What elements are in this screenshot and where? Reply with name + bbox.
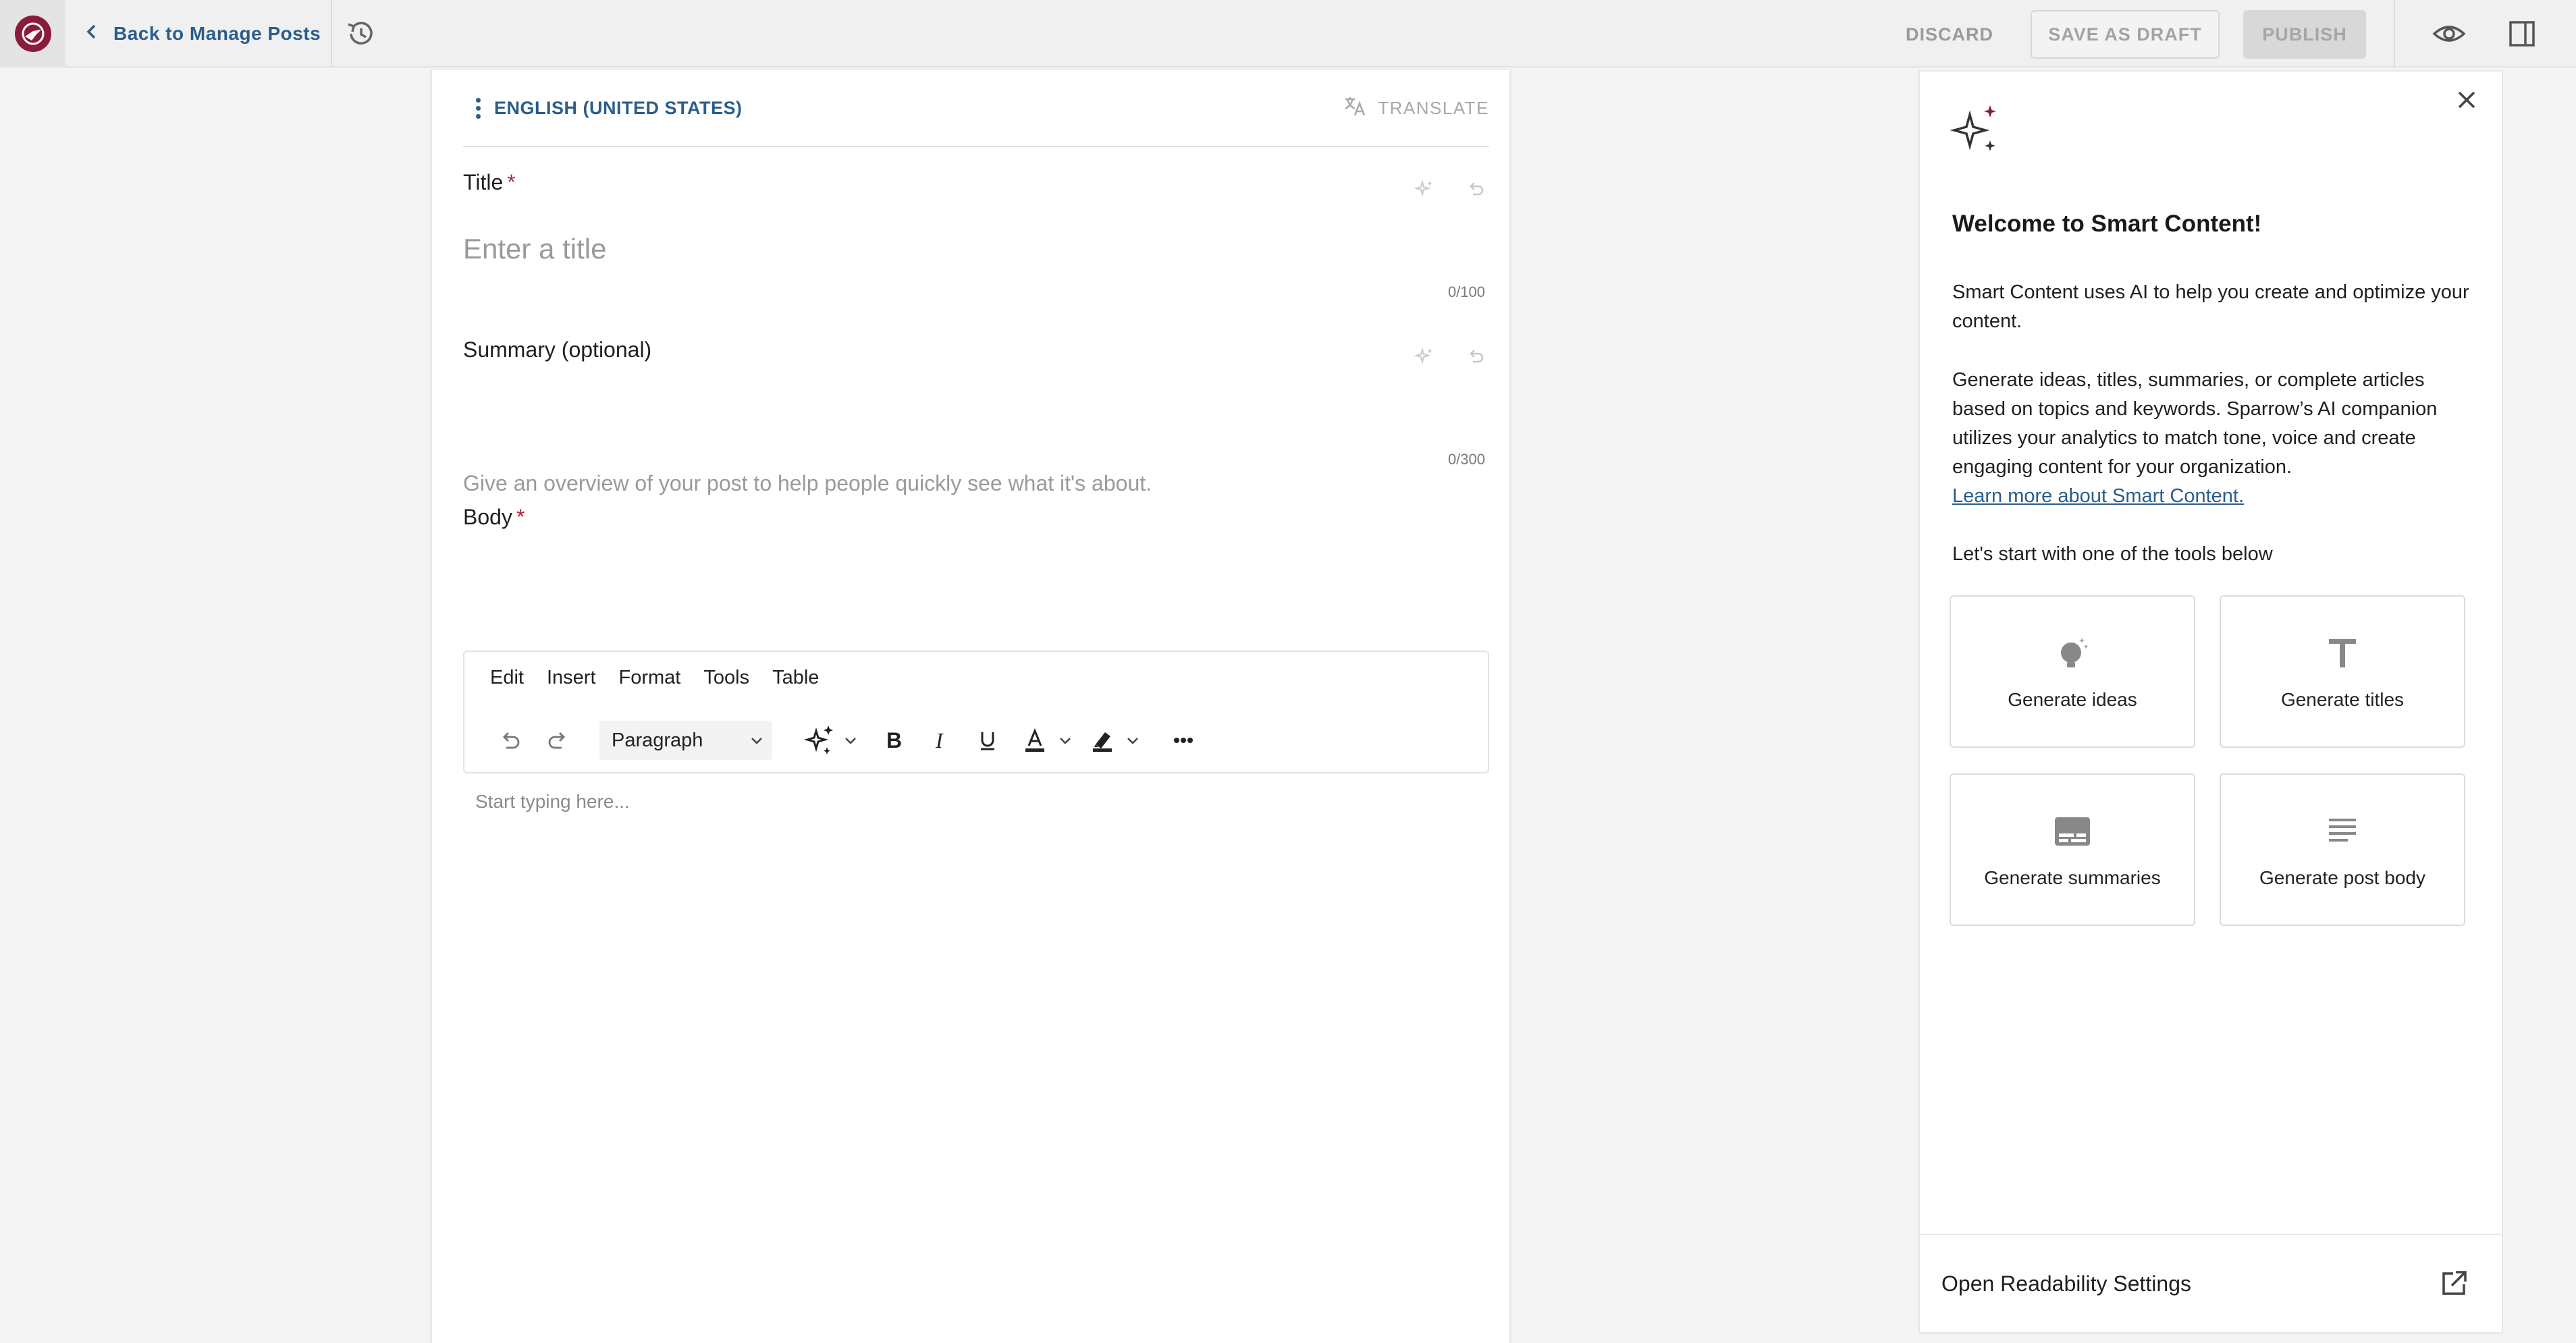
body-label-text: Body (463, 505, 512, 529)
chevron-down-icon[interactable] (841, 719, 860, 761)
menu-table[interactable]: Table (772, 667, 819, 689)
post-editor: ENGLISH (UNITED STATES) TRANSLATE Title *… (431, 70, 1511, 1343)
side-panel-toggle-icon[interactable] (2504, 16, 2540, 51)
smart-content-panel: Welcome to Smart Content! Smart Content … (1918, 70, 2503, 1334)
svg-text:B: B (886, 728, 902, 752)
learn-more-link[interactable]: Learn more about Smart Content. (1952, 485, 2244, 507)
body-content-area[interactable]: Start typing here... (475, 791, 630, 813)
discard-button[interactable]: DISCARD (1890, 10, 2009, 59)
lightbulb-icon (2061, 638, 2088, 667)
highlight-color-icon[interactable] (1081, 719, 1123, 761)
required-mark: * (507, 170, 516, 194)
generate-summaries-card[interactable]: Generate summaries (1950, 773, 2195, 926)
generate-post-body-card[interactable]: Generate post body (2220, 773, 2465, 926)
start-text: Let's start with one of the tools below (1952, 543, 2273, 565)
summary-counter: 0/300 (1447, 451, 1485, 468)
translate-button[interactable]: TRANSLATE (1343, 94, 1489, 123)
history-icon[interactable] (343, 16, 378, 51)
ai-sparkle-icon[interactable] (1414, 346, 1435, 371)
required-mark: * (516, 505, 525, 529)
external-link-icon (2442, 1271, 2467, 1295)
rich-text-editor-toolbar: Edit Insert Format Tools Table Paragraph (463, 651, 1489, 773)
menu-format[interactable]: Format (619, 667, 681, 689)
generate-titles-card[interactable]: Generate titles (2220, 595, 2465, 748)
save-as-draft-button[interactable]: SAVE AS DRAFT (2031, 10, 2220, 59)
chevron-down-icon[interactable] (1056, 719, 1075, 761)
bold-icon[interactable]: B (872, 719, 914, 761)
open-readability-settings-row[interactable]: Open Readability Settings (1920, 1234, 2502, 1332)
divider (2394, 0, 2395, 67)
title-label: Title * (463, 170, 516, 195)
summary-input[interactable] (463, 468, 1462, 498)
language-selector[interactable]: ENGLISH (UNITED STATES) (494, 98, 743, 119)
panel-description-text: Generate ideas, titles, summaries, or co… (1952, 369, 2438, 478)
title-input[interactable] (463, 229, 1388, 269)
smart-content-sparkle-icon (1950, 101, 2004, 158)
block-format-select[interactable]: Paragraph (599, 721, 772, 760)
block-format-value: Paragraph (612, 729, 703, 751)
title-tools (1414, 178, 1486, 203)
title-label-text: Title (463, 170, 504, 194)
language-bar: ENGLISH (UNITED STATES) TRANSLATE (463, 70, 1489, 147)
generate-ideas-label: Generate ideas (2008, 689, 2137, 710)
undo-icon[interactable] (489, 719, 531, 761)
more-options-icon[interactable] (1162, 719, 1204, 761)
language-menu-icon[interactable] (470, 91, 486, 125)
publish-button[interactable]: PUBLISH (2243, 10, 2366, 59)
text-lines-icon (2329, 819, 2356, 842)
body-label: Body * (463, 505, 525, 530)
app-logo (14, 16, 51, 52)
ai-assist-icon[interactable] (799, 719, 841, 761)
editor-menubar: Edit Insert Format Tools Table (490, 667, 819, 689)
panel-title: Welcome to Smart Content! (1952, 211, 2262, 237)
preview-eye-icon[interactable] (2430, 16, 2468, 51)
ai-sparkle-icon[interactable] (1414, 178, 1435, 203)
generate-post-body-label: Generate post body (2259, 867, 2425, 888)
back-link-label: Back to Manage Posts (113, 23, 321, 44)
undo-icon[interactable] (1465, 178, 1486, 203)
svg-text:I: I (935, 728, 944, 752)
chevron-down-icon (751, 738, 762, 744)
title-counter: 0/100 (1447, 283, 1485, 300)
translate-label: TRANSLATE (1378, 97, 1489, 118)
summary-icon (2055, 817, 2090, 846)
summary-label: Summary (optional) (463, 337, 652, 362)
generate-summaries-label: Generate summaries (1984, 867, 2161, 888)
menu-tools[interactable]: Tools (703, 667, 749, 689)
redo-icon[interactable] (537, 719, 579, 761)
summary-tools (1414, 346, 1486, 371)
translate-icon (1343, 94, 1367, 123)
panel-description: Generate ideas, titles, summaries, or co… (1952, 366, 2479, 511)
close-icon[interactable] (2450, 84, 2483, 116)
italic-icon[interactable]: I (919, 719, 961, 761)
text-color-icon[interactable] (1014, 719, 1056, 761)
divider (331, 0, 332, 67)
top-bar: Back to Manage Posts DISCARD SAVE AS DRA… (0, 0, 2576, 67)
title-t-icon (2329, 639, 2356, 667)
menu-insert[interactable]: Insert (547, 667, 596, 689)
readability-settings-label: Open Readability Settings (1941, 1271, 2191, 1296)
undo-icon[interactable] (1465, 346, 1486, 371)
generate-titles-label: Generate titles (2280, 689, 2405, 710)
underline-icon[interactable] (967, 719, 1009, 761)
back-to-manage-posts-link[interactable]: Back to Manage Posts (85, 0, 321, 67)
app-logo-container[interactable] (0, 0, 65, 67)
chevron-down-icon[interactable] (1123, 719, 1142, 761)
editor-toolbar: Paragraph B I (489, 719, 1204, 761)
menu-edit[interactable]: Edit (490, 667, 524, 689)
generate-ideas-card[interactable]: Generate ideas (1950, 595, 2195, 748)
panel-intro: Smart Content uses AI to help you create… (1952, 281, 2469, 332)
chevron-left-icon (85, 23, 99, 45)
